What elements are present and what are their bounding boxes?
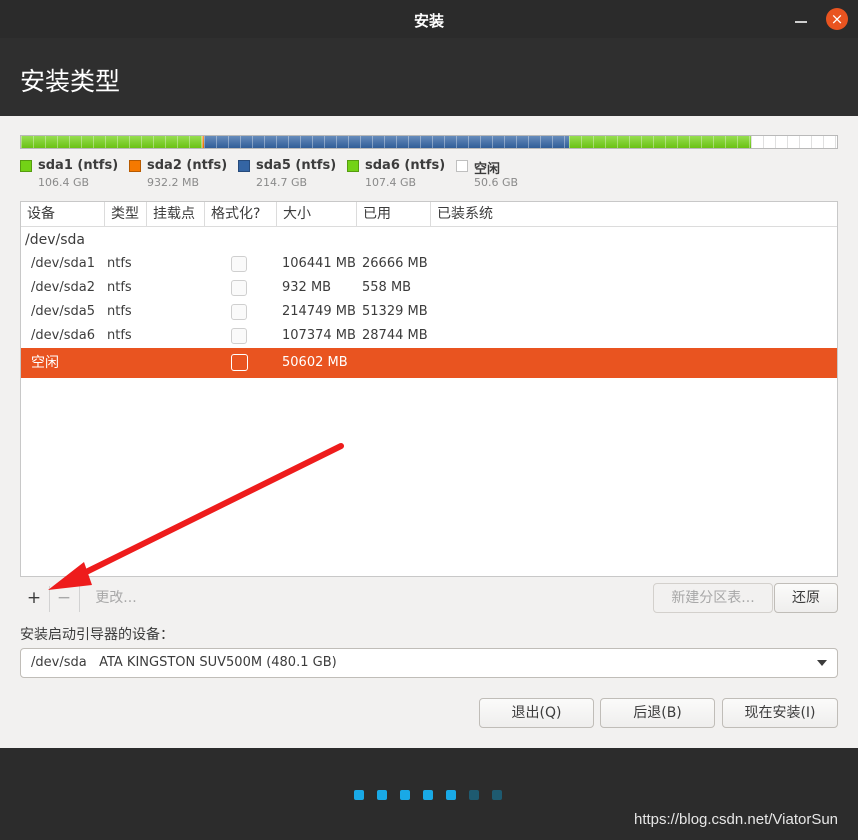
- partition-segment-sda5: [203, 136, 569, 148]
- format-checkbox[interactable]: [231, 354, 248, 371]
- table-header: 设备 类型 挂载点 格式化? 大小 已用 已装系统: [21, 202, 837, 227]
- legend-name: sda6 (ntfs): [365, 158, 446, 173]
- new-partition-table-button[interactable]: 新建分区表...: [653, 583, 773, 613]
- row-device: /dev/sda1: [31, 256, 95, 271]
- format-checkbox[interactable]: [231, 304, 247, 320]
- legend-name: sda5 (ntfs): [256, 158, 337, 173]
- row-type: ntfs: [107, 328, 132, 343]
- install-now-button[interactable]: 现在安装(I): [722, 698, 838, 728]
- legend-swatch: [20, 160, 32, 172]
- toolbar-separator: [79, 586, 80, 612]
- legend-swatch: [347, 160, 359, 172]
- row-type: ntfs: [107, 256, 132, 271]
- legend-size: 106.4 GB: [38, 176, 90, 189]
- format-checkbox[interactable]: [231, 328, 247, 344]
- bootloader-device-label: 安装启动引导器的设备：: [20, 627, 174, 643]
- row-device: 空闲: [31, 355, 59, 371]
- row-used: 28744 MB: [362, 328, 428, 343]
- column-device[interactable]: 设备: [21, 202, 105, 227]
- add-partition-button[interactable]: +: [20, 583, 48, 613]
- quit-button[interactable]: 退出(Q): [479, 698, 594, 728]
- row-type: ntfs: [107, 304, 132, 319]
- change-partition-button[interactable]: 更改...: [86, 583, 146, 613]
- partition-table[interactable]: 设备 类型 挂载点 格式化? 大小 已用 已装系统 /dev/sda /dev/…: [20, 201, 838, 577]
- legend-swatch: [238, 160, 250, 172]
- dropdown-arrow-icon: [817, 660, 827, 666]
- progress-dot-done: [446, 790, 456, 800]
- progress-dot-pending: [492, 790, 502, 800]
- progress-dot-done: [423, 790, 433, 800]
- legend-size: 50.6 GB: [474, 176, 519, 189]
- column-format[interactable]: 格式化?: [205, 202, 277, 227]
- partition-segment-sda6: [568, 136, 752, 148]
- table-row[interactable]: /dev/sda5 ntfs 214749 MB 51329 MB: [21, 300, 837, 324]
- row-device: /dev/sda2: [31, 280, 95, 295]
- window-titlebar: 安装 ×: [0, 0, 858, 38]
- window-title: 安装: [413, 12, 444, 30]
- format-checkbox[interactable]: [231, 256, 247, 272]
- legend-size: 214.7 GB: [256, 176, 308, 189]
- progress-dot-done: [354, 790, 364, 800]
- table-row-disk[interactable]: /dev/sda: [21, 228, 837, 252]
- partition-segment-free: [751, 136, 837, 148]
- bootloader-device-select[interactable]: /dev/sda ATA KINGSTON SUV500M (480.1 GB): [20, 648, 838, 678]
- partition-segment-sda1: [21, 136, 202, 148]
- legend-size: 932.2 MB: [147, 176, 200, 189]
- row-size: 106441 MB: [282, 256, 356, 271]
- legend-name: 空闲: [474, 162, 501, 177]
- row-device: /dev/sda5: [31, 304, 95, 319]
- main-content: sda1 (ntfs) 106.4 GB sda2 (ntfs) 932.2 MB sd…: [0, 116, 858, 748]
- minimize-button[interactable]: [790, 8, 812, 30]
- table-row-free-space-selected[interactable]: 空闲 50602 MB: [21, 348, 837, 378]
- partition-bar: [20, 135, 838, 149]
- disk-name: /dev/sda: [25, 232, 85, 248]
- table-row[interactable]: /dev/sda2 ntfs 932 MB 558 MB: [21, 276, 837, 300]
- row-size: 932 MB: [282, 280, 332, 295]
- row-used: 558 MB: [362, 280, 412, 295]
- revert-button[interactable]: 还原: [774, 583, 838, 613]
- partition-toolbar: + − 更改... 新建分区表... 还原: [20, 583, 838, 615]
- column-installed-os[interactable]: 已装系统: [431, 202, 837, 227]
- close-button[interactable]: ×: [826, 8, 848, 30]
- column-used[interactable]: 已用: [357, 202, 431, 227]
- row-used: 51329 MB: [362, 304, 428, 319]
- row-size: 214749 MB: [282, 304, 356, 319]
- legend-size: 107.4 GB: [365, 176, 417, 189]
- row-device: /dev/sda6: [31, 328, 95, 343]
- watermark-text: https://blog.csdn.net/ViatorSun: [634, 811, 839, 828]
- progress-dot-pending: [469, 790, 479, 800]
- bootloader-device-value: /dev/sda ATA KINGSTON SUV500M (480.1 GB): [31, 655, 337, 670]
- partition-legend: sda1 (ntfs) 106.4 GB sda2 (ntfs) 932.2 MB sd…: [20, 158, 840, 198]
- row-type: ntfs: [107, 280, 132, 295]
- table-row[interactable]: /dev/sda6 ntfs 107374 MB 28744 MB: [21, 324, 837, 348]
- legend-swatch: [456, 160, 468, 172]
- column-type[interactable]: 类型: [105, 202, 147, 227]
- row-size: 107374 MB: [282, 328, 356, 343]
- legend-name: sda1 (ntfs): [38, 158, 119, 173]
- progress-dot-done: [400, 790, 410, 800]
- page-title: 安装类型: [20, 67, 121, 96]
- page-header: 安装类型: [0, 38, 858, 116]
- legend-swatch: [129, 160, 141, 172]
- remove-partition-button[interactable]: −: [50, 583, 78, 613]
- installer-footer: https://blog.csdn.net/ViatorSun: [0, 748, 858, 840]
- progress-dot-done: [377, 790, 387, 800]
- row-size: 50602 MB: [282, 355, 348, 370]
- format-checkbox[interactable]: [231, 280, 247, 296]
- back-button[interactable]: 后退(B): [600, 698, 715, 728]
- column-size[interactable]: 大小: [277, 202, 357, 227]
- table-row[interactable]: /dev/sda1 ntfs 106441 MB 26666 MB: [21, 252, 837, 276]
- row-used: 26666 MB: [362, 256, 428, 271]
- legend-name: sda2 (ntfs): [147, 158, 228, 173]
- column-mount-point[interactable]: 挂载点: [147, 202, 205, 227]
